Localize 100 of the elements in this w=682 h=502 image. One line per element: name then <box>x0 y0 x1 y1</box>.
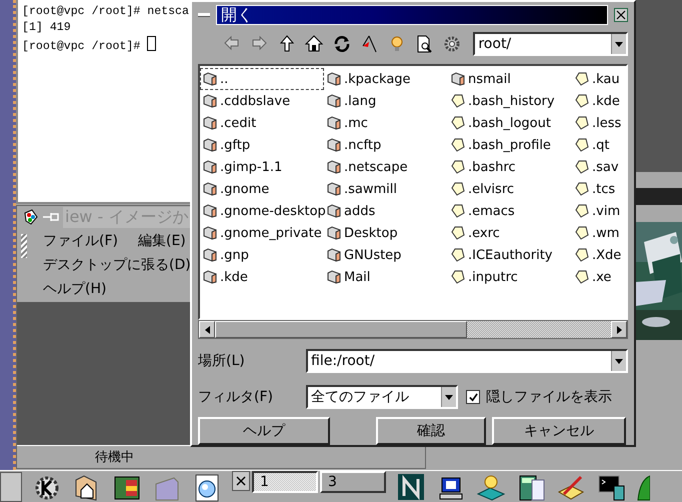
file-item[interactable]: Mail <box>324 266 448 288</box>
show-hidden-checkbox[interactable]: 隠しファイルを表示 <box>466 388 612 406</box>
file-item[interactable]: .gnome_private <box>200 222 324 244</box>
file-item[interactable]: Desktop <box>324 222 448 244</box>
file-item[interactable]: .bash_logout <box>448 112 572 134</box>
folder-icon <box>327 116 341 130</box>
filter-combo-box[interactable]: 全てのファイル <box>306 385 458 409</box>
folder-icon <box>203 138 217 152</box>
file-item[interactable]: nsmail <box>448 68 572 90</box>
menu-item[interactable]: 編集(E) <box>138 232 186 250</box>
desktop-pager-button[interactable]: 3 <box>320 470 386 492</box>
file-item[interactable]: .gnome <box>200 178 324 200</box>
panel-hide-button[interactable] <box>0 472 22 502</box>
palette-icon[interactable] <box>23 209 39 225</box>
file-item[interactable]: .kde <box>200 266 324 288</box>
desktop-pager-button[interactable]: 1 <box>252 470 318 492</box>
file-item[interactable]: .. <box>200 68 324 90</box>
menu-item[interactable]: ファイル(F) <box>43 232 118 250</box>
folder-icon <box>327 182 341 196</box>
file-item[interactable]: .less <box>572 112 626 134</box>
folder-icon <box>451 72 465 86</box>
file-item[interactable]: .ICEauthority <box>448 244 572 266</box>
folder-icon <box>203 226 217 240</box>
folder-icon <box>203 248 217 262</box>
status-text: 待機中 <box>95 449 134 466</box>
file-item[interactable]: .cedit <box>200 112 324 134</box>
help-button[interactable]: ヘルプ <box>198 417 330 445</box>
folder-icon <box>327 270 341 284</box>
menu-item[interactable]: デスクトップに張る(D) <box>43 256 191 274</box>
file-item[interactable]: .mc <box>324 112 448 134</box>
document-icon <box>575 160 589 174</box>
window-title: 開く <box>221 4 253 26</box>
document-icon <box>451 226 465 240</box>
close-icon <box>236 476 246 486</box>
file-item[interactable]: .sav <box>572 156 626 178</box>
document-icon <box>575 182 589 196</box>
folder-icon <box>327 94 341 108</box>
file-item[interactable]: .gftp <box>200 134 324 156</box>
file-item[interactable]: .gimp-1.1 <box>200 156 324 178</box>
file-item[interactable]: .qt <box>572 134 626 156</box>
file-item[interactable]: .wm <box>572 222 626 244</box>
document-icon <box>451 138 465 152</box>
file-item[interactable]: .elvisrc <box>448 178 572 200</box>
file-item[interactable]: .xe <box>572 266 626 288</box>
dropdown-arrow-icon <box>445 394 453 400</box>
menu-item[interactable]: ヘルプ(H) <box>43 280 106 298</box>
file-item[interactable]: .kau <box>572 68 626 90</box>
file-item[interactable]: .bashrc <box>448 156 572 178</box>
close-button[interactable] <box>232 470 250 490</box>
left-arrow-icon[interactable] <box>204 326 210 334</box>
cancel-button[interactable]: キャンセル <box>492 417 626 445</box>
file-item[interactable]: .netscape <box>324 156 448 178</box>
window-menu-button[interactable] <box>198 13 210 17</box>
check-icon <box>468 392 478 402</box>
file-item[interactable]: adds <box>324 200 448 222</box>
file-item[interactable]: .Xde <box>572 244 626 266</box>
document-icon <box>575 204 589 218</box>
path-combo-box[interactable]: root/ <box>473 32 628 56</box>
document-icon <box>451 160 465 174</box>
file-item[interactable]: .inputrc <box>448 266 572 288</box>
document-icon <box>451 270 465 284</box>
filter-label: フィルタ(F) <box>198 388 274 406</box>
home-icon <box>304 34 324 54</box>
settings-icon <box>442 34 462 54</box>
document-icon <box>575 138 589 152</box>
file-item[interactable]: .exrc <box>448 222 572 244</box>
file-item[interactable]: .gnome-desktop <box>200 200 324 222</box>
file-item[interactable]: .emacs <box>448 200 572 222</box>
location-combo-box[interactable]: file:/root/ <box>306 349 628 373</box>
folder-icon <box>327 160 341 174</box>
document-icon <box>451 248 465 262</box>
file-item[interactable]: .vim <box>572 200 626 222</box>
horizontal-scrollbar[interactable] <box>198 320 628 339</box>
folder-icon <box>203 182 217 196</box>
ok-button[interactable]: 確認 <box>376 417 486 445</box>
right-arrow-icon[interactable] <box>616 326 622 334</box>
document-icon <box>575 72 589 86</box>
file-item[interactable]: .sawmill <box>324 178 448 200</box>
file-item[interactable]: .kpackage <box>324 68 448 90</box>
document-icon <box>575 226 589 240</box>
file-item[interactable]: .ncftp <box>324 134 448 156</box>
file-item[interactable]: .cddbslave <box>200 90 324 112</box>
document-icon <box>451 94 465 108</box>
file-item[interactable]: GNUstep <box>324 244 448 266</box>
file-item[interactable]: .bash_history <box>448 90 572 112</box>
close-icon <box>616 10 626 20</box>
terminal-line: [root@vpc /root]# netsca <box>22 4 188 20</box>
folder-icon <box>327 204 341 218</box>
document-icon <box>451 116 465 130</box>
folder-icon <box>203 116 217 130</box>
folder-icon <box>327 248 341 262</box>
file-item[interactable]: .tcs <box>572 178 626 200</box>
letter-n-icon[interactable] <box>396 472 426 502</box>
menubar-grip[interactable] <box>21 234 27 258</box>
close-button[interactable] <box>614 8 628 22</box>
file-item[interactable]: .lang <box>324 90 448 112</box>
file-item[interactable]: .kde <box>572 90 626 112</box>
file-item[interactable]: .bash_profile <box>448 134 572 156</box>
file-item[interactable]: .gnp <box>200 244 324 266</box>
terminal-line: [1] 419 <box>22 20 72 36</box>
